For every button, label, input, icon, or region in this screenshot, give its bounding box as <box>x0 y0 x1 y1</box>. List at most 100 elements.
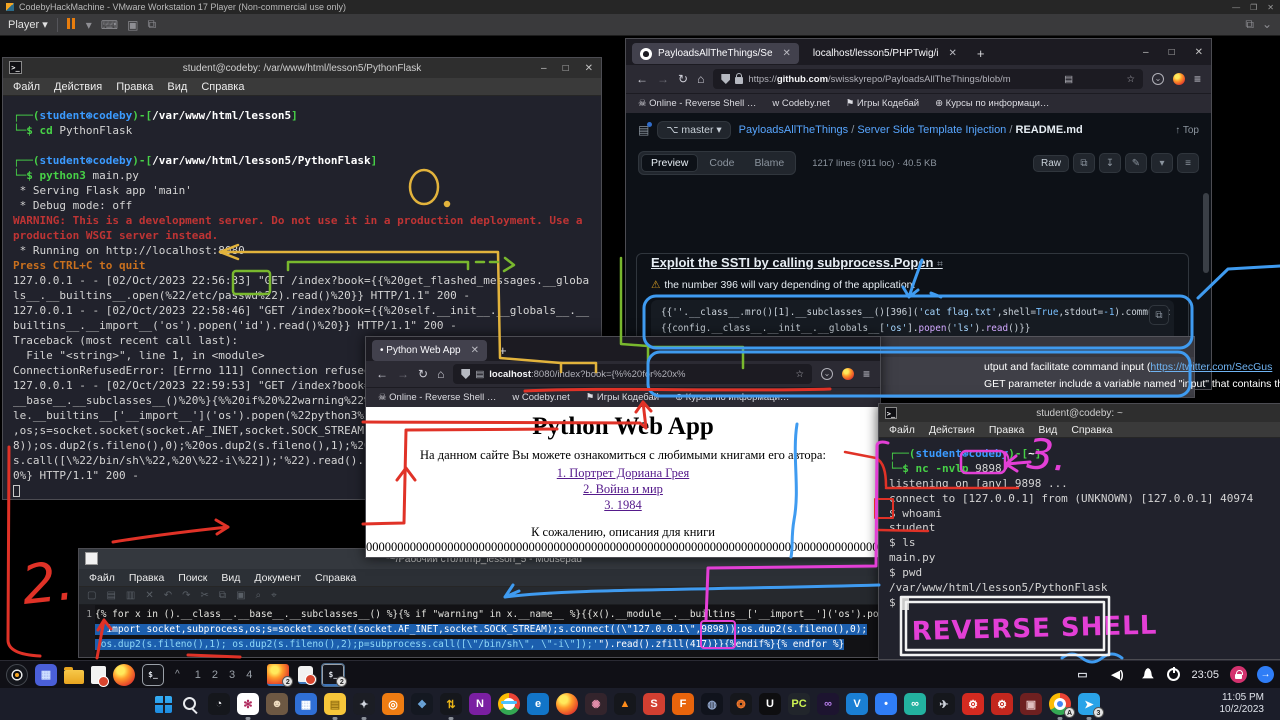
list-item[interactable]: 3. 1984 <box>366 497 880 513</box>
list-item[interactable]: ↶ <box>164 590 172 601</box>
carrot-app-icon[interactable]: ▲ <box>614 693 636 715</box>
list-item[interactable]: 2. Война и мир <box>366 481 880 497</box>
kali-logo-icon[interactable] <box>6 664 28 686</box>
list-item[interactable]: ⊕ Курсы по информаци… <box>675 392 789 403</box>
obsidian-icon[interactable]: ✦ <box>353 693 375 715</box>
list-item[interactable]: Вид <box>1038 424 1057 436</box>
section-heading-subprocess-popen[interactable]: Exploit the SSTI by calling subprocess.P… <box>651 255 1174 270</box>
red-gear-1-icon[interactable]: ⚙ <box>962 693 984 715</box>
list-item[interactable]: Поиск <box>178 572 207 584</box>
list-item[interactable]: ⊕ Курсы по информаци… <box>935 98 1049 109</box>
vmware-close-button[interactable]: ✕ <box>1267 3 1274 12</box>
unreal-engine-icon[interactable]: U <box>759 693 781 715</box>
collapse-toolbar-icon[interactable]: ⌄ <box>1262 17 1272 32</box>
list-item[interactable]: ⚑ Игры Кодебай <box>846 98 919 109</box>
download-icon[interactable]: ↧ <box>1099 153 1121 173</box>
pycharm-icon[interactable]: PC <box>788 693 810 715</box>
firefox-window-icon[interactable]: 2 <box>267 664 289 686</box>
afterburner-icon[interactable]: ⇅ <box>440 693 462 715</box>
media-app-icon[interactable]: ▣ <box>1020 693 1042 715</box>
onenote-icon[interactable]: N <box>469 693 491 715</box>
search-icon[interactable] <box>179 693 201 715</box>
bookmark-star-icon[interactable]: ☆ <box>1126 74 1135 85</box>
url-bar[interactable]: ▤ localhost:8080/index?book={%%20for%20x… <box>453 364 812 384</box>
pocket-icon[interactable]: ⌄ <box>1152 73 1164 85</box>
pin-app-icon[interactable]: • <box>875 693 897 715</box>
maximize-button[interactable]: □ <box>563 63 569 74</box>
workspace-switcher[interactable]: 1 2 3 4 <box>191 669 261 681</box>
twitter-link[interactable]: https://twitter.com/SecGus <box>1150 361 1272 373</box>
ctrl-alt-del-icon[interactable]: ⌨ <box>101 18 118 32</box>
close-button[interactable]: ✕ <box>1195 47 1203 58</box>
show-desktop-icon[interactable]: ▦ <box>35 664 57 686</box>
list-item[interactable]: Правка <box>989 424 1024 436</box>
raw-button[interactable]: Raw <box>1033 155 1069 172</box>
session-switch-icon[interactable]: → <box>1257 666 1274 683</box>
chrome-profile-icon[interactable]: A <box>1049 693 1071 715</box>
list-item[interactable]: ⧉ <box>219 590 226 601</box>
list-item[interactable]: ☠ Online - Reverse Shell … <box>378 392 496 403</box>
terminal-left-titlebar[interactable]: >_ student@codeby: /var/www/html/lesson5… <box>3 58 601 78</box>
tab-localhost-phptwig[interactable]: localhost/lesson5/PHPTwig/i✕ <box>805 43 965 64</box>
pocket-icon[interactable]: ⌄ <box>821 368 833 380</box>
forward-button[interactable]: → <box>397 367 409 381</box>
calendar-icon[interactable]: ▦ <box>295 693 317 715</box>
teal-app-icon[interactable]: ∞ <box>904 693 926 715</box>
terminal-window-icon[interactable]: $_2 <box>322 664 344 686</box>
jet-app-icon[interactable]: ✈ <box>933 693 955 715</box>
firefox-icon[interactable] <box>113 664 135 686</box>
orange-utility-icon[interactable]: ◎ <box>382 693 404 715</box>
list-item[interactable]: Справка <box>1071 424 1112 436</box>
bookmark-star-icon[interactable]: ☆ <box>795 369 804 380</box>
tab-close-icon[interactable]: ✕ <box>783 48 791 59</box>
reload-button[interactable]: ↻ <box>678 72 688 86</box>
start-icon[interactable] <box>155 696 172 713</box>
list-item[interactable]: ▢ <box>87 590 96 601</box>
list-item[interactable]: ↷ <box>182 590 190 601</box>
tab-close-icon[interactable]: ✕ <box>471 345 479 356</box>
pause-dropdown[interactable]: ▾ <box>86 18 92 32</box>
edit-dropdown-icon[interactable]: ▾ <box>1151 153 1173 173</box>
new-tab-button[interactable]: + <box>971 46 991 61</box>
url-bar[interactable]: https://github.com/swisskyrepo/PayloadsA… <box>713 69 1143 89</box>
player-menu[interactable]: Player ▾ <box>8 18 48 31</box>
back-button[interactable]: ← <box>376 367 388 381</box>
close-button[interactable]: ✕ <box>585 63 593 74</box>
terminal-icon[interactable]: $_ <box>142 664 164 686</box>
file-manager-icon[interactable] <box>64 670 84 684</box>
list-item[interactable]: ▤ <box>106 590 115 601</box>
list-item[interactable]: 1. Портрет Дориана Грея <box>366 465 880 481</box>
power-manager-icon[interactable] <box>1167 668 1180 681</box>
terminal-right-output[interactable]: ┌──(student⊛codeby)-[~]└─$ nc -nvlp 9898… <box>879 438 1280 659</box>
telegram-icon[interactable]: ➤3 <box>1078 693 1100 715</box>
reader-mode-icon[interactable]: ▤ <box>1064 74 1073 85</box>
visual-studio-icon[interactable]: ∞ <box>817 693 839 715</box>
new-tab-button[interactable]: + <box>493 343 513 358</box>
firefox-account-icon[interactable] <box>842 368 854 380</box>
mousepad-text[interactable]: {% for x in ().__class__.__base__.__subc… <box>95 605 889 657</box>
list-item[interactable]: Файл <box>13 81 40 93</box>
list-item[interactable]: Вид <box>221 572 240 584</box>
copy-code-icon[interactable]: ⧉ <box>1149 305 1169 325</box>
edit-pencil-icon[interactable]: ✎ <box>1125 153 1147 173</box>
edge-icon[interactable]: e <box>527 693 549 715</box>
blender-icon[interactable]: ❂ <box>730 693 752 715</box>
volume-icon[interactable]: ◀) <box>1106 664 1128 686</box>
speedtest-icon[interactable]: ◔ <box>208 693 230 715</box>
tab-close-icon[interactable]: ✕ <box>949 48 957 59</box>
s-red-app-icon[interactable]: S <box>643 693 665 715</box>
red-gear-2-icon[interactable]: ⚙ <box>991 693 1013 715</box>
home-button[interactable]: ⌂ <box>437 367 444 381</box>
slack-icon[interactable]: ✻ <box>237 693 259 715</box>
list-item[interactable]: ☠ Online - Reverse Shell … <box>638 98 756 109</box>
forward-button[interactable]: → <box>657 72 669 86</box>
tracking-shield-icon[interactable] <box>721 74 730 84</box>
home-button[interactable]: ⌂ <box>697 72 704 86</box>
sidebar-toggle-icon[interactable]: ▤ <box>638 123 649 137</box>
reload-button[interactable]: ↻ <box>418 367 428 381</box>
list-item[interactable]: ✂ <box>201 590 209 601</box>
vmware-minimize-button[interactable]: — <box>1232 3 1240 12</box>
minimize-button[interactable]: – <box>1143 47 1149 58</box>
branch-selector[interactable]: ⌥ master ▾ <box>657 121 730 139</box>
menu-hamburger-icon[interactable]: ≡ <box>1194 72 1201 86</box>
